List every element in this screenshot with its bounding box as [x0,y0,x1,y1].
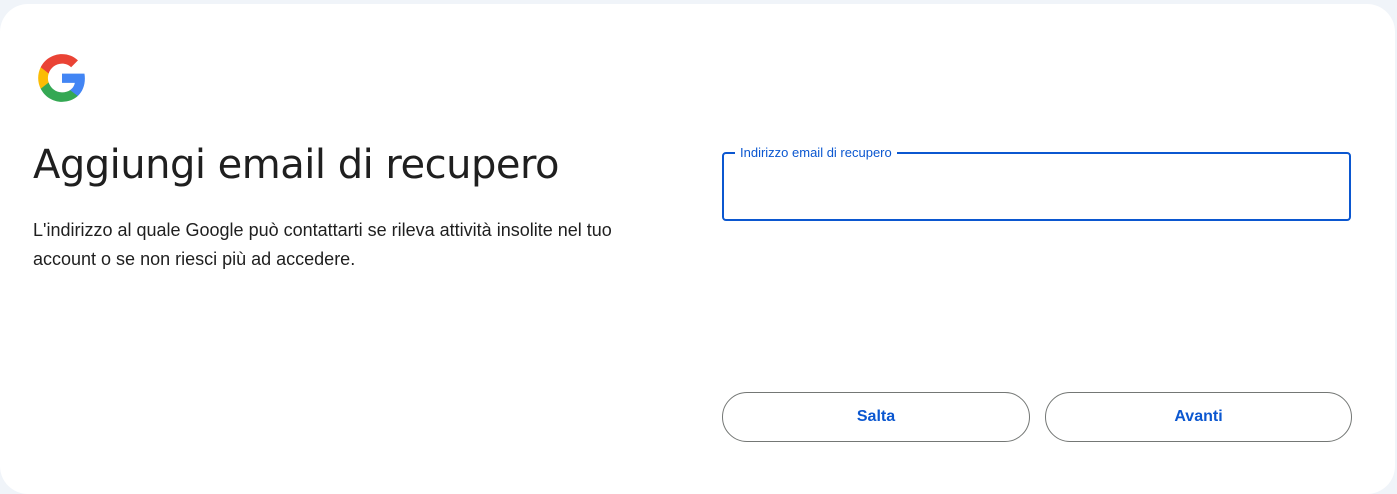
page-title: Aggiungi email di recupero [33,142,559,188]
skip-button[interactable]: Salta [722,392,1030,442]
page-description: L'indirizzo al quale Google può contatta… [33,220,612,269]
recovery-email-label: Indirizzo email di recupero [735,144,897,162]
google-g-icon [38,54,85,102]
next-button[interactable]: Avanti [1045,392,1352,442]
recovery-email-input[interactable] [724,154,1349,219]
signin-card: Aggiungi email di recupero L'indirizzo a… [0,4,1395,494]
recovery-email-field[interactable]: Indirizzo email di recupero [722,144,1351,221]
